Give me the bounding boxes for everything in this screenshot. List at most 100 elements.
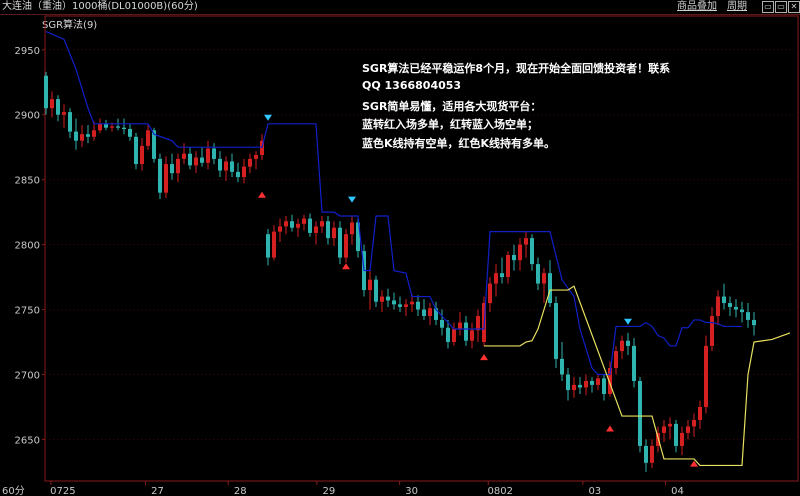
x-tick-label: 0802 <box>488 486 513 496</box>
candle-body <box>272 231 276 258</box>
candle-body <box>566 374 570 391</box>
y-tick-label: 2950 <box>15 46 40 57</box>
candle-body <box>80 134 84 141</box>
candle-body <box>428 308 432 317</box>
y-tick-label: 2900 <box>15 111 40 122</box>
candle-body <box>542 273 546 284</box>
candle-body <box>236 171 240 178</box>
candle-body <box>374 279 378 302</box>
candle-body <box>422 309 426 317</box>
candle-body <box>560 358 564 375</box>
candle-body <box>470 330 474 341</box>
candle-body <box>290 221 294 228</box>
y-tick-label: 2700 <box>15 370 40 381</box>
candle-body <box>578 384 582 388</box>
candle-body <box>398 304 402 307</box>
candle-body <box>134 136 138 165</box>
candle-body <box>500 273 504 278</box>
candle-body <box>452 329 456 343</box>
candle-body <box>92 130 96 137</box>
candle-body <box>518 244 522 261</box>
annotation-line-2: QQ 1366804053 <box>362 79 462 92</box>
candle-body <box>314 226 318 233</box>
candle-body <box>410 301 414 305</box>
candle-body <box>710 316 714 346</box>
candle-body <box>302 218 306 224</box>
candle-body <box>248 158 252 167</box>
candle-body <box>278 226 282 232</box>
buy-signal-marker <box>480 354 488 361</box>
candle-body <box>98 123 102 131</box>
candle-body <box>206 148 210 163</box>
candle-body <box>548 273 552 304</box>
candle-body <box>704 345 708 407</box>
y-tick-label: 2750 <box>15 306 40 317</box>
period-label: 60分 <box>2 485 25 496</box>
candle-body <box>680 432 684 446</box>
candle-body <box>524 238 528 245</box>
candle-body <box>620 340 624 352</box>
candle-body <box>170 164 174 174</box>
candle-body <box>494 273 498 284</box>
candle-body <box>584 380 588 388</box>
candle-body <box>284 221 288 227</box>
candle-body <box>650 445 654 463</box>
candle-body <box>734 306 738 310</box>
candle-body <box>164 164 168 193</box>
candle-body <box>446 327 450 343</box>
candle-body <box>242 166 246 178</box>
candle-body <box>254 154 258 159</box>
y-tick-label: 2650 <box>15 435 40 446</box>
x-tick-label: 29 <box>322 486 335 496</box>
y-tick-label: 2800 <box>15 241 40 252</box>
candle-body <box>614 351 618 368</box>
candle-body <box>506 254 510 278</box>
candle-body <box>146 130 150 146</box>
sgr-long-line <box>484 285 791 467</box>
candle-body <box>308 218 312 233</box>
candle-body <box>182 153 186 159</box>
candle-body <box>212 148 216 159</box>
candle-body <box>332 227 336 239</box>
candle-body <box>572 384 576 391</box>
candle-body <box>728 303 732 307</box>
x-tick-label: 04 <box>671 486 684 496</box>
candle-body <box>668 423 672 427</box>
candle-body <box>194 157 198 166</box>
candle-body <box>746 312 750 320</box>
buy-signal-marker <box>606 425 614 432</box>
y-tick-label: 2850 <box>15 176 40 187</box>
candle-body <box>698 406 702 420</box>
sell-signal-marker <box>624 318 632 325</box>
candle-body <box>338 227 342 258</box>
candle-body <box>188 153 192 166</box>
candle-body <box>320 221 324 227</box>
candle-body <box>596 378 600 385</box>
candle-body <box>464 322 468 341</box>
candle-body <box>716 296 720 317</box>
annotation-line-1: SGR算法已经平稳运作8个月，现在开始全面回馈投资者！联系 <box>362 62 671 75</box>
candle-body <box>56 99 60 115</box>
annotation-line-3: SGR简单易懂，适用各大现货平台： <box>362 100 542 113</box>
annotation-line-5: 蓝色K线持有空单，红色K线持有多单。 <box>362 137 556 150</box>
buy-signal-marker <box>342 263 350 270</box>
candle-body <box>722 296 726 304</box>
candle-body <box>440 319 444 328</box>
candle-body <box>644 445 648 463</box>
sell-signal-marker <box>264 114 272 121</box>
candle-body <box>116 126 120 128</box>
annotation-line-4: 蓝转红入场多单，红转蓝入场空单； <box>362 118 538 131</box>
candle-body <box>44 75 48 109</box>
candle-body <box>158 158 162 193</box>
candle-body <box>458 322 462 330</box>
candle-body <box>218 158 222 171</box>
candle-body <box>326 221 330 239</box>
candle-body <box>266 234 270 258</box>
candle-body <box>488 283 492 304</box>
candle-body <box>590 380 594 385</box>
candle-body <box>752 319 756 326</box>
candle-body <box>224 161 228 171</box>
candle-body <box>404 304 408 307</box>
candle-body <box>686 426 690 433</box>
candle-body <box>110 126 114 128</box>
